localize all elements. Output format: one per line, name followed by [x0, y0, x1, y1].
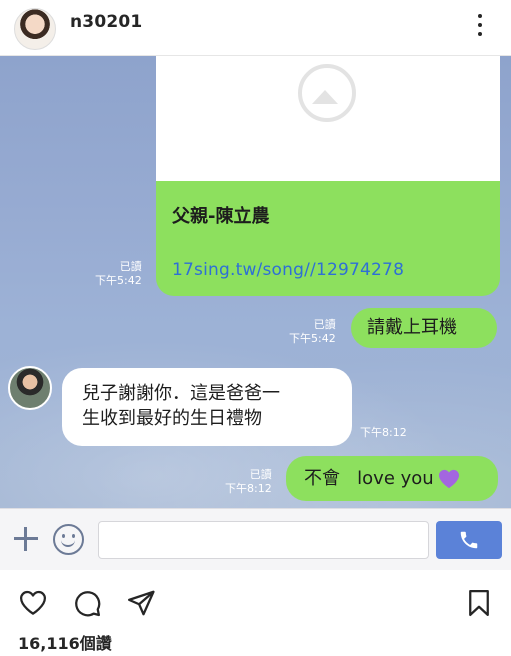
link-url[interactable]: 17sing.tw/song//12974278: [172, 260, 404, 280]
outgoing-message-bubble[interactable]: 不會 love you: [286, 456, 498, 501]
outgoing-message-bubble[interactable]: 請戴上耳機: [351, 308, 497, 348]
purple-heart-icon: [438, 469, 459, 488]
bookmark-icon[interactable]: [464, 588, 494, 618]
phone-icon: [460, 531, 478, 549]
message-text: 不會 love you: [304, 468, 434, 489]
link-preview-image: [156, 56, 500, 181]
image-placeholder-icon: [298, 64, 356, 122]
message-input-bar: [0, 508, 511, 570]
friend-avatar[interactable]: [8, 366, 52, 410]
chat-screenshot: 父親-陳立農 17sing.tw/song//12974278 已讀 下午5:4…: [0, 56, 511, 508]
call-button[interactable]: [436, 521, 502, 559]
heart-icon[interactable]: [18, 588, 48, 618]
message-line: 兒子謝謝你．這是爸爸一: [82, 383, 280, 404]
message-meta: 已讀 下午5:42: [95, 260, 142, 288]
message-input[interactable]: [98, 521, 429, 559]
link-preview-title: 父親-陳立農: [172, 206, 270, 227]
plus-icon[interactable]: [12, 525, 40, 553]
incoming-message-bubble[interactable]: 兒子謝謝你．這是爸爸一 生收到最好的生日禮物: [62, 368, 352, 446]
message-meta: 已讀 下午5:42: [289, 318, 336, 346]
message-line: 生收到最好的生日禮物: [82, 408, 262, 429]
message-time: 下午5:42: [95, 274, 142, 287]
message-meta: 已讀 下午8:12: [225, 468, 272, 496]
message-time: 下午5:42: [289, 332, 336, 345]
like-count[interactable]: 16,116個讚: [18, 630, 112, 654]
post-header: n30201: [0, 0, 511, 56]
smile-icon[interactable]: [53, 524, 84, 555]
avatar[interactable]: [14, 8, 56, 50]
read-receipt: 已讀: [249, 468, 272, 481]
message-time: 下午8:12: [225, 482, 272, 495]
more-options-icon[interactable]: [468, 14, 492, 36]
read-receipt: 已讀: [119, 260, 142, 273]
send-icon[interactable]: [126, 588, 156, 618]
post-actions: [0, 580, 511, 626]
username[interactable]: n30201: [70, 12, 142, 32]
link-preview-card[interactable]: 父親-陳立農 17sing.tw/song//12974278: [156, 56, 500, 296]
read-receipt: 已讀: [313, 318, 336, 331]
comment-icon[interactable]: [72, 588, 102, 618]
message-time: 下午8:12: [360, 426, 407, 439]
